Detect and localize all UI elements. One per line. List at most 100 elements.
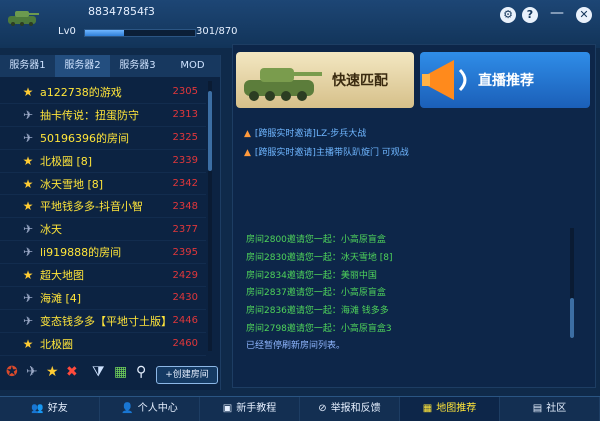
scrollbar-thumb[interactable] [208,91,212,171]
room-name: a122738的游戏 [40,85,122,99]
room-count: 2460 [172,338,198,350]
room-name: 北极圈 [8] [40,154,93,168]
filter-icon[interactable]: ⧩ [92,364,105,380]
server-tabs: 服务器1 服务器2 服务器3 MOD [0,55,220,77]
tank-icon [244,68,322,101]
minimize-icon[interactable]: — [550,5,564,21]
map-icon: ▦ [422,403,433,414]
cross-server-message[interactable]: ▲ [跨服实时邀请]LZ-步兵大战 [244,126,366,139]
room-count: 2446 [172,315,198,327]
alert-icon: ▲ [244,148,251,158]
star-icon: ★ [22,176,34,191]
jet-icon[interactable]: ✈ [26,364,38,380]
list-item[interactable]: ✈ 抽卡传说：扭蛋防守 2313 [0,104,206,127]
bottom-nav: 👥 好友 👤 个人中心 ▣ 新手教程 ⊘ 举报和反馈 ▦ 地图推荐 ▤ 社区 [0,396,600,421]
invite-message[interactable]: 房间2834邀请您一起：美丽中国 [246,268,377,281]
person-icon: 👤 [121,403,134,414]
nav-report[interactable]: ⊘ 举报和反馈 [300,397,400,421]
list-item[interactable]: ✈ 冰天 2377 [0,218,206,242]
live-recommend-button[interactable]: 直播推荐 [420,52,590,108]
room-name: 海滩 [4] [40,291,82,305]
nav-community[interactable]: ▤ 社区 [500,397,600,421]
jet-icon: ✈ [22,245,34,260]
cross-server-message[interactable]: ▲ [跨服实时邀请]主播带队趴旋门 可观战 [244,145,409,158]
xp-text: 301/870 [196,26,238,37]
room-name: li919888的房间 [40,246,122,260]
list-item[interactable]: ✈ 海滩 [4] 2430 [0,287,206,310]
rank-badge-icon[interactable]: ✪ [6,364,18,380]
room-count: 2342 [172,178,198,189]
list-item[interactable]: ✈ 50196396的房间 2325 [0,127,206,150]
room-list-panel: 服务器1 服务器2 服务器3 MOD ★ a122738的游戏 2305 ✈ 抽卡传说… [0,55,221,390]
list-item[interactable]: ★ 超大地图 2429 [0,264,206,288]
list-item[interactable]: ★ 平地钱多多-抖音小智 2348 [0,195,206,219]
list-item[interactable]: ★ 冰天雪地 [8] 2342 [0,173,206,196]
invite-message[interactable]: 房间2800邀请您一起：小高原盲盒 [246,232,386,245]
user-id: 88347854f3 [88,5,155,18]
star-icon: ★ [22,84,34,99]
room-count: 2339 [172,155,198,167]
jet-icon: ✈ [22,313,34,328]
megaphone-icon [422,60,467,100]
invite-message[interactable]: 房间2837邀请您一起：小高原盲盒 [246,285,386,298]
jet-icon: ✈ [22,130,34,145]
room-list-scrollbar[interactable] [208,81,212,351]
nav-friends[interactable]: 👥 好友 [0,397,100,421]
help-icon[interactable]: ? [522,7,538,23]
tab-server-1[interactable]: 服务器1 [0,55,55,77]
report-icon: ⊘ [318,403,327,414]
quick-match-label: 快速匹配 [332,73,388,89]
jet-icon: ✈ [22,107,34,122]
room-list: ★ a122738的游戏 2305 ✈ 抽卡传说：扭蛋防守 2313 ✈ 50196396… [0,81,206,381]
scrollbar-thumb[interactable] [570,298,574,338]
room-name: 平地钱多多-抖音小智 [40,200,143,214]
invite-message[interactable]: 房间2798邀请您一起：小高原盲盒3 [246,321,392,334]
map-icon[interactable]: ▦ [114,364,127,380]
friends-icon: 👥 [31,403,44,414]
create-room-button[interactable]: +创建房间 [156,366,218,384]
room-name: 超大地图 [40,269,84,283]
room-count: 2325 [172,132,198,144]
list-item[interactable]: ✈ 变态钱多多【平地寸土版】 2446 [0,310,206,333]
tab-server-2[interactable]: 服务器2 [55,55,110,77]
room-count: 2395 [172,246,198,258]
tab-server-3[interactable]: 服务器3 [110,55,165,77]
room-name: 50196396的房间 [40,131,129,145]
community-icon: ▤ [532,403,543,414]
list-item[interactable]: ★ a122738的游戏 2305 [0,81,206,104]
book-icon: ▣ [222,403,233,414]
room-name: 变态钱多多【平地寸土版】 [40,314,172,328]
jet-icon: ✈ [22,222,34,237]
room-count: 2305 [172,86,198,98]
nav-profile[interactable]: 👤 个人中心 [100,397,200,421]
room-count: 2429 [172,269,198,281]
invite-message[interactable]: 房间2836邀请您一起：海滩 钱多多 [246,303,389,316]
tab-mod[interactable]: MOD [165,55,220,77]
invite-message[interactable]: 房间2830邀请您一起：冰天雪地 [8] [246,250,393,263]
list-item[interactable]: ✈ li919888的房间 2395 [0,241,206,265]
jet-icon: ✈ [22,290,34,305]
room-count: 2377 [172,223,198,235]
no-star-icon[interactable]: ✖ [66,364,78,380]
nav-map-recommend[interactable]: ▦ 地图推荐 [400,397,500,421]
room-name: 冰天 [40,223,62,237]
alert-icon: ▲ [244,129,251,139]
search-icon[interactable]: ⚲ [136,364,146,380]
invite-scrollbar[interactable] [570,228,574,338]
quick-match-button[interactable]: 快速匹配 [236,52,414,108]
room-name: 抽卡传说：扭蛋防守 [40,108,139,122]
live-recommend-label: 直播推荐 [478,73,534,89]
room-count: 2313 [172,109,198,121]
xp-bar [84,29,196,37]
list-item[interactable]: ★ 北极圈 [8] 2339 [0,150,206,173]
nav-tutorial[interactable]: ▣ 新手教程 [200,397,300,421]
settings-icon[interactable]: ⚙ [500,7,516,23]
close-icon[interactable]: ✕ [576,7,592,23]
star-icon[interactable]: ★ [46,364,59,380]
refresh-status: 已经暂停刷新房间列表。 [246,341,346,351]
room-name: 北极圈 [40,337,73,351]
xp-fill [85,30,124,36]
star-icon: ★ [22,199,34,214]
level-label: Lv0 [58,26,76,37]
list-item[interactable]: ★ 北极圈 2460 [0,333,206,356]
